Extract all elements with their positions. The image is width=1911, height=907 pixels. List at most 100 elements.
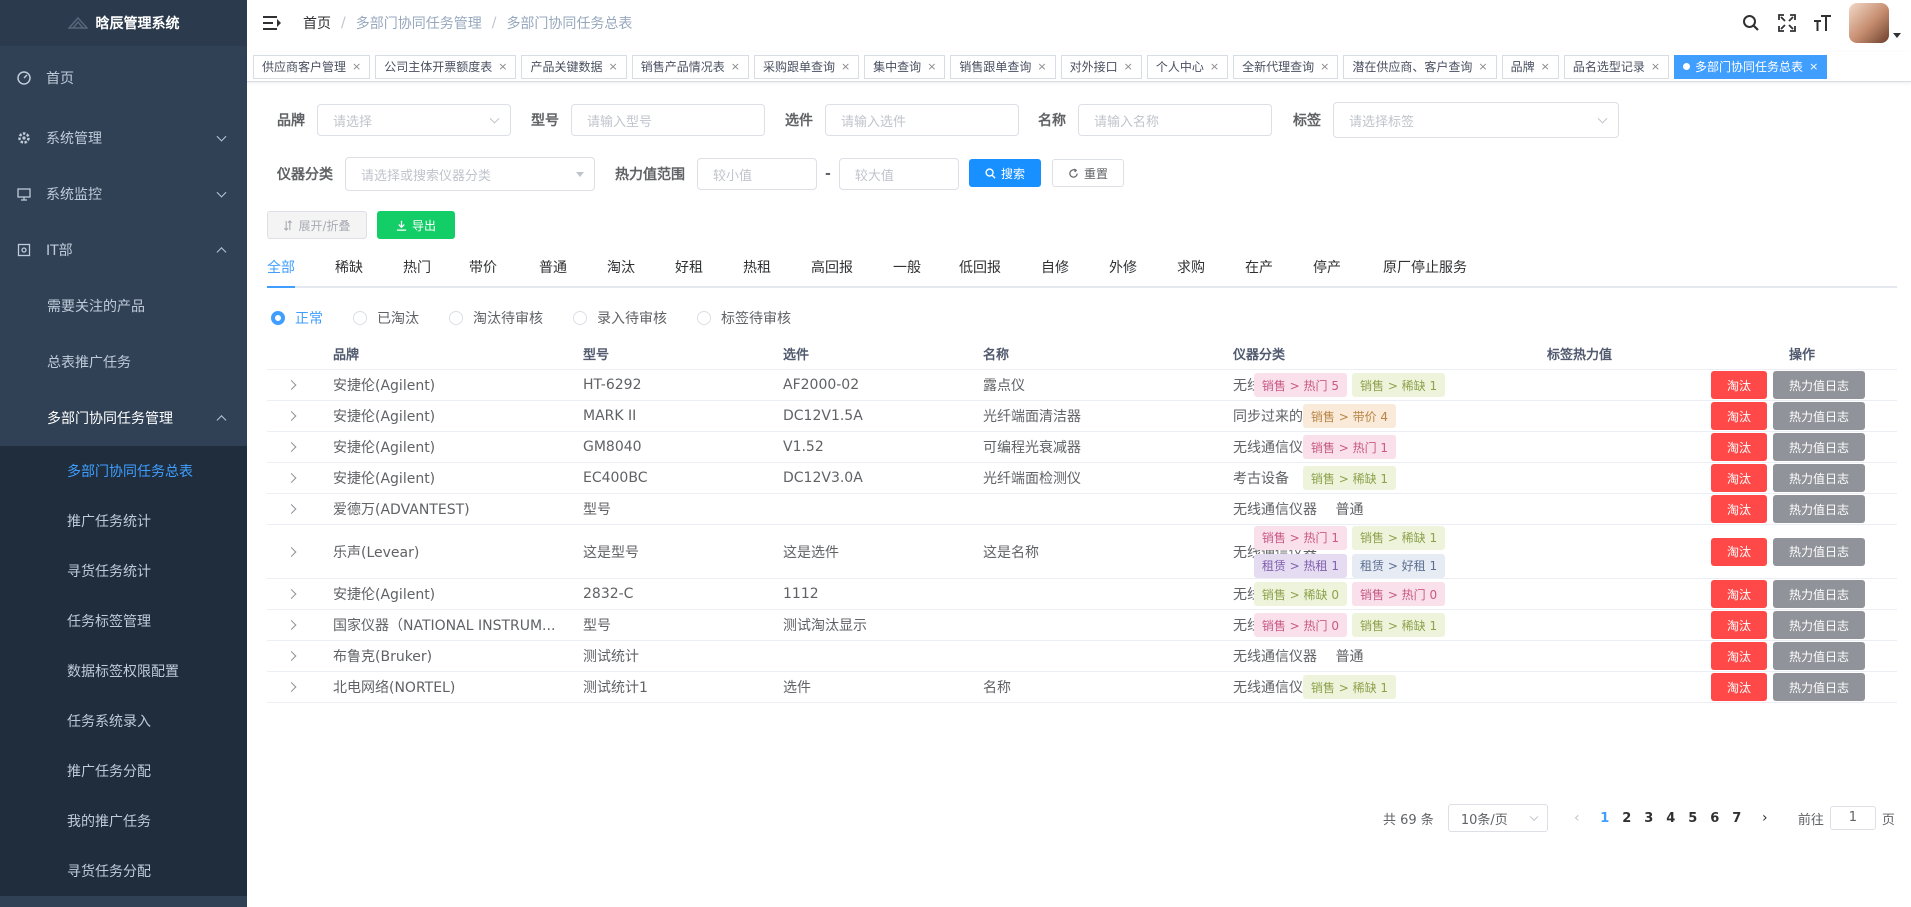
column-header-category[interactable]: 仪器分类 [1233, 344, 1285, 363]
category-tab[interactable]: 一般 [893, 256, 921, 286]
chevron-right-icon[interactable] [286, 651, 297, 661]
model-input[interactable]: 请输入型号 [571, 104, 765, 136]
sidebar-item-sourcing-stats[interactable]: 寻货任务统计 [0, 546, 247, 596]
tag-view-item[interactable]: 个人中心 × [1146, 54, 1229, 79]
sidebar-item-sourcing-assign[interactable]: 寻货任务分配 [0, 846, 247, 896]
eliminate-button[interactable]: 淘汰 [1711, 402, 1767, 430]
category-tab[interactable]: 低回报 [959, 256, 1001, 286]
table-row[interactable]: 安捷伦(Agilent)2832-C1112无线通信仪器销售 > 稀缺 0销售 … [267, 579, 1897, 610]
sidebar-item-it[interactable]: IT部 [0, 222, 247, 278]
heat-log-button[interactable]: 热力值日志 [1773, 433, 1865, 461]
close-icon[interactable]: × [1210, 60, 1219, 73]
close-icon[interactable]: × [1651, 60, 1660, 73]
table-row[interactable]: 安捷伦(Agilent) GM8040 V1.52 可编程光衰减器 无线通信仪器 销售 >… [267, 432, 1897, 463]
page-number-button[interactable]: 7 [1726, 811, 1748, 826]
sidebar-item-promotion-tasks[interactable]: 总表推广任务 [0, 334, 247, 390]
close-icon[interactable]: × [1037, 60, 1046, 73]
category-tab[interactable]: 全部 [267, 256, 295, 286]
expand-collapse-button[interactable]: 展开/折叠 [267, 211, 367, 239]
status-radio[interactable]: 已淘汰 [353, 308, 419, 328]
option-input[interactable]: 请输入选件 [825, 104, 1019, 136]
tag-view-item[interactable]: 产品关键数据 × [521, 54, 627, 79]
category-tab[interactable]: 好租 [675, 256, 703, 286]
sidebar-item-system-management[interactable]: 系统管理 [0, 110, 247, 166]
category-select[interactable]: 请选择或搜索仪器分类 [345, 157, 595, 191]
chevron-right-icon[interactable] [286, 546, 297, 557]
close-icon[interactable]: × [1809, 60, 1818, 73]
brand-select[interactable]: 请选择 [317, 104, 511, 136]
category-tab[interactable]: 外修 [1109, 256, 1137, 286]
prev-page-button[interactable]: ‹ [1566, 810, 1588, 826]
reset-button[interactable]: 重置 [1052, 159, 1124, 187]
heat-log-button[interactable]: 热力值日志 [1773, 464, 1865, 492]
eliminate-button[interactable]: 淘汰 [1711, 433, 1767, 461]
chevron-right-icon[interactable] [286, 473, 297, 483]
heat-max-input[interactable]: 较大值 [838, 158, 959, 190]
jump-page-input[interactable]: 1 [1829, 806, 1876, 830]
heat-log-button[interactable]: 热力值日志 [1773, 611, 1865, 639]
eliminate-button[interactable]: 淘汰 [1711, 642, 1767, 670]
name-input[interactable]: 请输入名称 [1078, 104, 1272, 136]
tag-view-item[interactable]: 品名选型记录 × [1563, 54, 1670, 79]
breadcrumb-home[interactable]: 首页 [303, 13, 331, 33]
table-row[interactable]: 北电网络(NORTEL) 测试统计1 选件 名称 无线通信仪器 销售 > 稀缺 1 淘汰 热力… [267, 672, 1897, 703]
sidebar-item-focus-products[interactable]: 需要关注的产品 [0, 278, 247, 334]
tag-view-item[interactable]: 公司主体开票额度表 × [375, 54, 517, 79]
export-button[interactable]: 导出 [377, 211, 455, 239]
close-icon[interactable]: × [841, 60, 850, 73]
category-tab[interactable]: 停产 [1313, 256, 1341, 286]
status-radio[interactable]: 标签待审核 [697, 308, 791, 328]
close-icon[interactable]: × [498, 60, 507, 73]
heat-log-button[interactable]: 热力值日志 [1773, 673, 1865, 701]
logo[interactable]: 晗辰管理系统 [0, 0, 247, 46]
chevron-right-icon[interactable] [286, 620, 297, 630]
next-page-button[interactable]: › [1754, 810, 1776, 826]
chevron-right-icon[interactable] [286, 589, 297, 599]
close-icon[interactable]: × [1320, 60, 1329, 73]
sidebar-item-collab-summary[interactable]: 多部门协同任务总表 [0, 446, 247, 496]
category-tab[interactable]: 淘汰 [607, 256, 635, 286]
heat-log-button[interactable]: 热力值日志 [1773, 495, 1865, 523]
eliminate-button[interactable]: 淘汰 [1711, 673, 1767, 701]
page-number-button[interactable]: 1 [1594, 811, 1616, 826]
search-icon[interactable] [1741, 13, 1761, 33]
column-header-model[interactable]: 型号 [583, 344, 609, 363]
sidebar-item-task-entry[interactable]: 任务系统录入 [0, 696, 247, 746]
category-tab[interactable]: 自修 [1041, 256, 1069, 286]
page-number-button[interactable]: 2 [1616, 811, 1638, 826]
sidebar-item-promotion-stats[interactable]: 推广任务统计 [0, 496, 247, 546]
table-row[interactable]: 安捷伦(Agilent) EC400BC DC12V3.0A 光纤端面检测仪 考古设备销… [267, 463, 1897, 494]
heat-log-button[interactable]: 热力值日志 [1773, 642, 1865, 670]
chevron-right-icon[interactable] [286, 682, 297, 692]
close-icon[interactable]: × [927, 60, 936, 73]
hamburger-icon[interactable] [263, 16, 281, 30]
close-icon[interactable]: × [731, 60, 740, 73]
table-row[interactable]: 乐声(Levear) 这是型号 这是选件 这是名称 无线通信仪器 销售 > 热门 1 销售 … [267, 525, 1897, 579]
close-icon[interactable]: × [608, 60, 617, 73]
eliminate-button[interactable]: 淘汰 [1711, 371, 1767, 399]
tag-view-item[interactable]: 销售产品情况表 × [631, 54, 749, 79]
sidebar-item-home[interactable]: 首页 [0, 46, 247, 110]
font-size-icon[interactable] [1813, 13, 1833, 33]
tag-view-item[interactable]: 潜在供应商、客户查询 × [1343, 54, 1497, 79]
table-row[interactable]: 布鲁克(Bruker) 测试统计 无线通信仪器 普通 淘汰 热力值日志 [267, 641, 1897, 672]
tag-view-item[interactable]: 供应商客户管理 × [253, 54, 371, 79]
close-icon[interactable]: × [1124, 60, 1133, 73]
page-number-button[interactable]: 5 [1682, 811, 1704, 826]
sidebar-item-task-tags[interactable]: 任务标签管理 [0, 596, 247, 646]
tag-select[interactable]: 请选择标签 [1333, 102, 1619, 138]
close-icon[interactable]: × [1478, 60, 1487, 73]
column-header-option[interactable]: 选件 [783, 344, 809, 363]
search-button[interactable]: 搜索 [969, 159, 1041, 187]
category-tab[interactable]: 原厂停止服务 [1383, 256, 1467, 286]
chevron-right-icon[interactable] [286, 504, 297, 514]
fullscreen-icon[interactable] [1777, 13, 1797, 33]
close-icon[interactable]: × [352, 60, 361, 73]
chevron-right-icon[interactable] [286, 380, 297, 390]
page-number-button[interactable]: 6 [1704, 811, 1726, 826]
sidebar-item-tag-permissions[interactable]: 数据标签权限配置 [0, 646, 247, 696]
status-radio[interactable]: 淘汰待审核 [449, 308, 543, 328]
category-tab[interactable]: 带价 [469, 256, 497, 286]
eliminate-button[interactable]: 淘汰 [1711, 464, 1767, 492]
status-radio[interactable]: 录入待审核 [573, 308, 667, 328]
